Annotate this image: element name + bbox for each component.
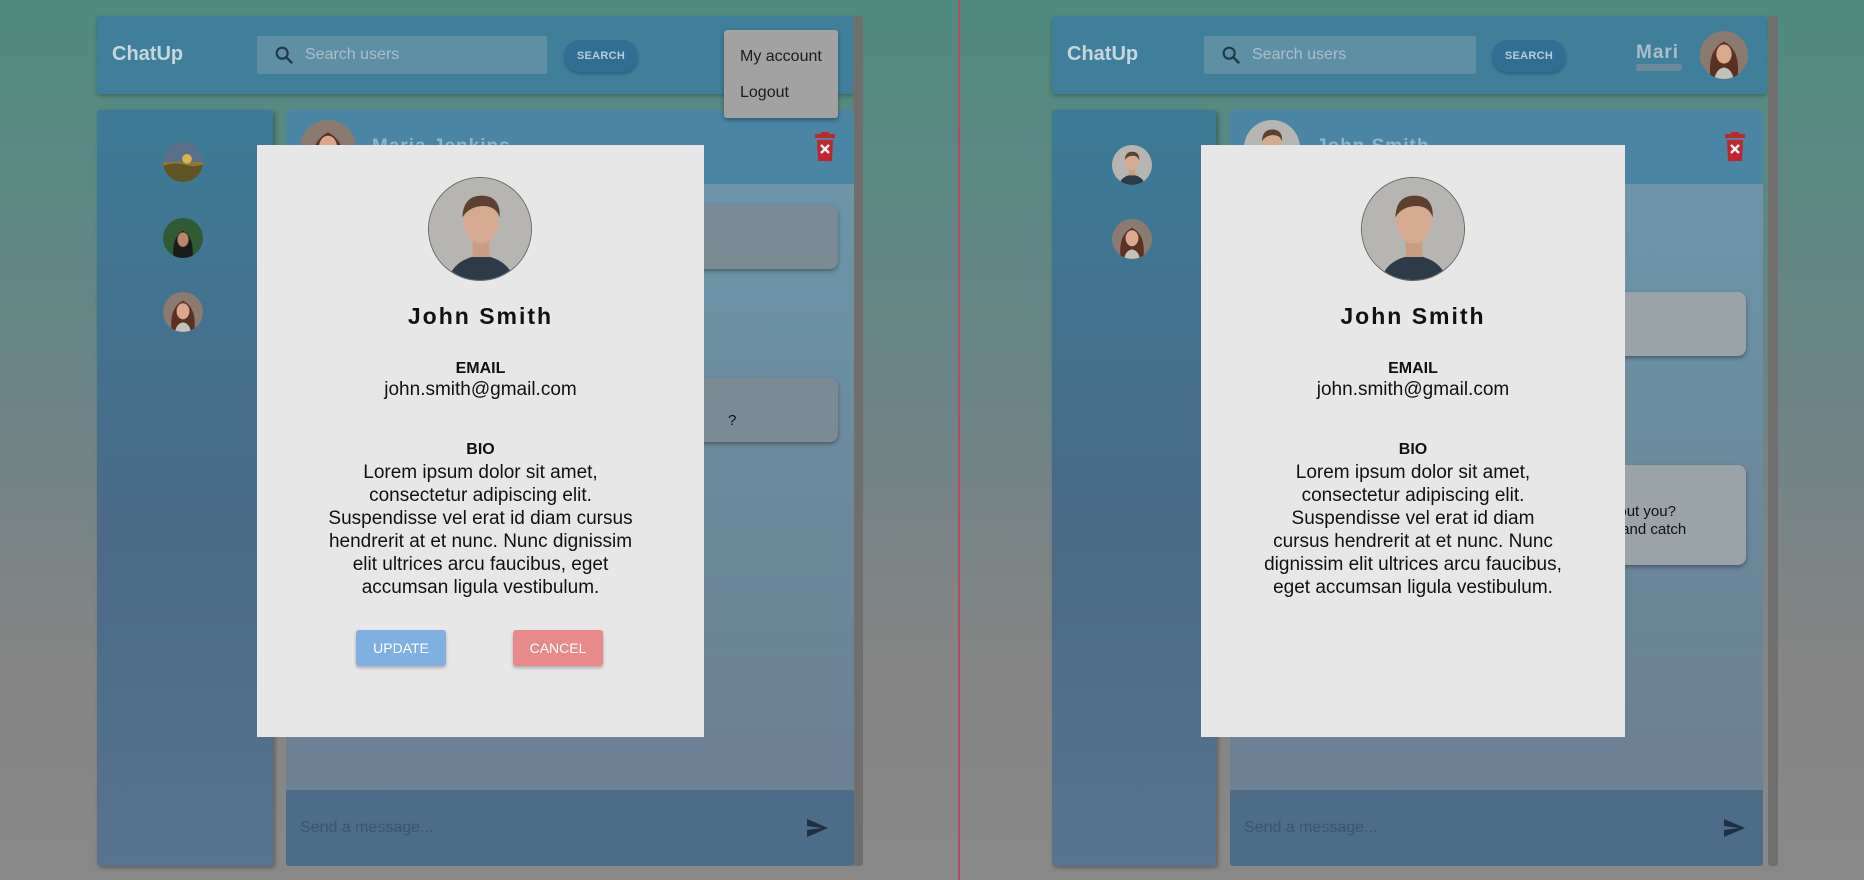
user-avatar[interactable] [1700, 31, 1748, 79]
send-icon[interactable] [804, 816, 830, 840]
search-input[interactable] [305, 36, 535, 74]
current-user-name: Mari [1636, 42, 1680, 63]
email-label: EMAIL [1388, 360, 1438, 377]
search-button[interactable]: SEARCH [564, 40, 638, 72]
contact-avatar[interactable] [163, 218, 203, 258]
message-text: ? [728, 412, 737, 429]
bio-label: BIO [466, 441, 495, 458]
scrollbar[interactable] [853, 16, 863, 866]
profile-name: John Smith [407, 303, 554, 329]
scrollbar[interactable] [1768, 16, 1778, 866]
email-label: EMAIL [455, 360, 506, 377]
contacts-sidebar [1052, 110, 1216, 866]
left-pane: ChatUp SEARCH Maria Jenkins [0, 0, 958, 880]
message-input[interactable] [1244, 816, 1724, 840]
contact-avatar[interactable] [163, 292, 203, 332]
message-input[interactable] [300, 816, 780, 840]
message-composer [1230, 790, 1763, 866]
search-button[interactable]: SEARCH [1492, 40, 1566, 72]
profile-name: John Smith [1340, 303, 1486, 329]
send-icon[interactable] [1721, 816, 1747, 840]
bio-label: BIO [1398, 441, 1428, 458]
contacts-sidebar [97, 110, 273, 866]
search-box [1204, 36, 1476, 74]
menu-item-logout[interactable]: Logout [740, 84, 789, 102]
account-menu: My account Logout [724, 30, 838, 118]
contact-avatar[interactable] [1112, 219, 1152, 259]
profile-modal: John Smith EMAIL john.smith@gmail.com BI… [257, 145, 704, 737]
email-value: john.smith@gmail.com [1316, 379, 1510, 400]
search-box [257, 36, 547, 74]
bio-text: Lorem ipsum dolor sit amet, consectetur … [328, 462, 633, 598]
search-icon [1222, 46, 1241, 65]
search-input[interactable] [1252, 36, 1467, 74]
update-button[interactable]: UPDATE [356, 630, 446, 666]
bio-text: Lorem ipsum dolor sit amet, consectetur … [1264, 462, 1562, 598]
app-logo: ChatUp [112, 43, 184, 65]
search-icon [275, 46, 294, 65]
contact-avatar[interactable] [163, 142, 203, 182]
profile-avatar [1361, 177, 1465, 281]
message-composer [286, 790, 854, 866]
app-header: ChatUp SEARCH Mari [1052, 16, 1767, 94]
cancel-button[interactable]: CANCEL [513, 630, 603, 666]
contact-avatar[interactable] [1112, 145, 1152, 185]
email-value: john.smith@gmail.com [384, 379, 577, 400]
delete-chat-icon[interactable] [814, 132, 836, 162]
profile-modal: John Smith EMAIL john.smith@gmail.com BI… [1201, 145, 1625, 737]
right-pane: ChatUp SEARCH Mari John Smith [958, 0, 1864, 880]
delete-chat-icon[interactable] [1724, 132, 1746, 162]
app-logo: ChatUp [1067, 43, 1139, 65]
menu-item-my-account[interactable]: My account [740, 48, 822, 66]
profile-avatar [428, 177, 532, 281]
user-status-bar [1636, 64, 1682, 71]
